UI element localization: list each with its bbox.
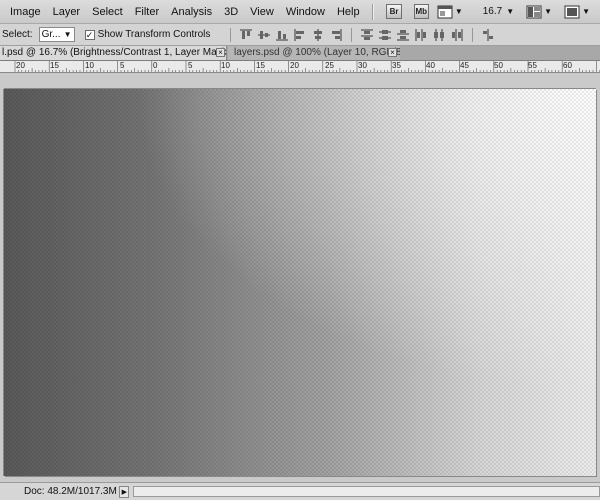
arrange-chevron-down-icon[interactable]: ▼ [544, 7, 552, 16]
distribute-bottom-icon[interactable] [396, 28, 410, 42]
ruler-label: 60 [563, 61, 572, 70]
ruler-label: 20 [290, 61, 299, 70]
distribute-left-icon[interactable] [414, 28, 428, 42]
tab-label: layers.psd @ 100% (Layer 10, RGB/8) * [234, 47, 400, 58]
ruler-label: 15 [256, 61, 265, 70]
auto-select-value: Gr... [41, 29, 61, 40]
options-bar: Select: Gr... ▼ ✓ Show Transform Control… [0, 24, 600, 46]
menu-bar: Image Layer Select Filter Analysis 3D Vi… [0, 0, 600, 24]
ruler-label: 25 [325, 61, 334, 70]
align-top-edges-icon[interactable] [239, 28, 253, 42]
menu-window[interactable]: Window [280, 0, 331, 24]
ruler-label: 35 [392, 61, 401, 70]
ruler-label: 45 [460, 61, 469, 70]
menu-select[interactable]: Select [86, 0, 129, 24]
select-label: Select: [2, 29, 33, 40]
screen-mode-icon[interactable] [564, 4, 580, 20]
menu-filter[interactable]: Filter [129, 0, 165, 24]
distribute-horizontal-centers-icon[interactable] [432, 28, 446, 42]
status-bar: Doc: 48.2M/1017.3M ▶ [0, 482, 600, 500]
distribute-vertical-centers-icon[interactable] [378, 28, 392, 42]
tab-layers-document[interactable]: layers.psd @ 100% (Layer 10, RGB/8) * [228, 46, 400, 60]
align-bottom-edges-icon[interactable] [275, 28, 289, 42]
zoom-chevron-down-icon[interactable]: ▼ [506, 7, 514, 16]
options-separator [351, 27, 353, 42]
view-extras-chevron-down-icon[interactable]: ▼ [455, 7, 463, 16]
ruler-label: 20 [16, 61, 25, 70]
options-separator [472, 27, 474, 42]
screen-mode-chevron-down-icon[interactable]: ▼ [582, 7, 590, 16]
tab-active-document[interactable]: l.psd @ 16.7% (Brightness/Contrast 1, La… [0, 46, 227, 60]
menu-image[interactable]: Image [0, 0, 47, 24]
auto-align-layers-icon[interactable] [481, 28, 495, 42]
ruler-label: 50 [494, 61, 503, 70]
bridge-button[interactable]: Br [386, 4, 402, 19]
image-canvas[interactable] [4, 89, 596, 476]
menu-layer[interactable]: Layer [47, 0, 87, 24]
horizontal-ruler[interactable]: 20 15 10 5 0 5 10 15 20 25 30 35 40 45 5… [0, 61, 600, 73]
menu-3d[interactable]: 3D [218, 0, 244, 24]
view-extras-icon[interactable] [437, 4, 453, 20]
tab-label: l.psd @ 16.7% (Brightness/Contrast 1, La… [2, 47, 227, 58]
menu-view[interactable]: View [244, 0, 280, 24]
canvas-texture [4, 89, 596, 476]
document-size-info[interactable]: Doc: 48.2M/1017.3M [0, 486, 117, 497]
close-icon[interactable]: × [216, 48, 225, 57]
menu-analysis[interactable]: Analysis [165, 0, 218, 24]
align-horizontal-centers-icon[interactable] [311, 28, 325, 42]
show-transform-controls-checkbox[interactable]: ✓ [84, 29, 95, 40]
menu-help[interactable]: Help [331, 0, 366, 24]
auto-select-dropdown[interactable]: Gr... ▼ [38, 27, 75, 42]
document-workspace [0, 73, 600, 482]
ruler-label: 10 [85, 61, 94, 70]
chevron-down-icon: ▼ [63, 30, 72, 39]
show-transform-controls-label: Show Transform Controls [97, 29, 211, 40]
distribute-top-icon[interactable] [360, 28, 374, 42]
status-menu-arrow-icon[interactable]: ▶ [119, 485, 130, 498]
zoom-level[interactable]: 16.7 [483, 6, 502, 17]
close-icon[interactable]: × [388, 48, 397, 57]
align-right-edges-icon[interactable] [329, 28, 343, 42]
align-vertical-centers-icon[interactable] [257, 28, 271, 42]
align-left-edges-icon[interactable] [293, 28, 307, 42]
arrange-documents-icon[interactable] [526, 4, 542, 20]
ruler-label: 30 [358, 61, 367, 70]
ruler-label: 0 [153, 61, 158, 70]
ruler-label: 5 [188, 61, 193, 70]
ruler-label: 10 [221, 61, 230, 70]
menu-separator [371, 3, 373, 20]
align-group [237, 28, 345, 42]
ruler-label: 5 [120, 61, 125, 70]
document-tabs: l.psd @ 16.7% (Brightness/Contrast 1, La… [0, 46, 600, 61]
mini-bridge-button[interactable]: Mb [413, 4, 429, 19]
distribute-group [358, 28, 466, 42]
options-separator [230, 27, 232, 42]
horizontal-scrollbar[interactable] [133, 486, 600, 497]
ruler-label: 15 [50, 61, 59, 70]
distribute-right-icon[interactable] [450, 28, 464, 42]
ruler-label: 40 [426, 61, 435, 70]
ruler-label: 55 [528, 61, 537, 70]
